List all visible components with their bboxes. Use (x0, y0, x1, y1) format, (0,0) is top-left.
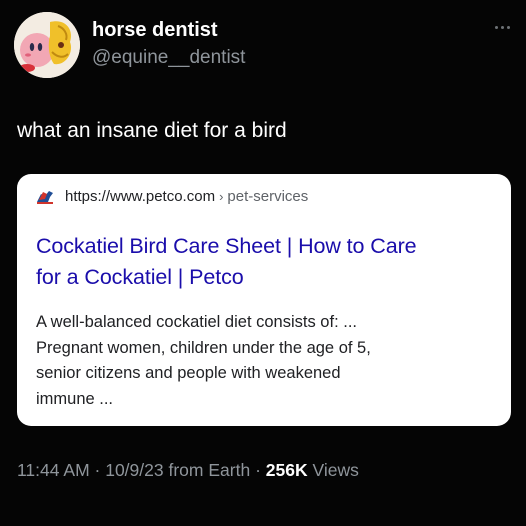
more-dot (507, 26, 510, 29)
tweet-meta: 11:44 AM · 10/9/23 from Earth · 256K Vie… (17, 460, 359, 481)
card-title[interactable]: Cockatiel Bird Care Sheet | How to Care … (36, 231, 506, 293)
views-count[interactable]: 256K (266, 460, 308, 480)
card-snippet: A well-balanced cockatiel diet consists … (36, 310, 506, 412)
snippet-line: A well-balanced cockatiel diet consists … (36, 313, 357, 331)
petco-dog-logo-icon (37, 191, 53, 204)
more-dot (501, 26, 504, 29)
snippet-line: senior citizens and people with weakened (36, 364, 341, 382)
url-separator: › (219, 188, 224, 204)
more-dot (495, 26, 498, 29)
card-url-path[interactable]: pet-services (227, 188, 308, 205)
more-options-icon[interactable] (495, 26, 510, 29)
views-label: Views (312, 460, 359, 480)
snippet-line: Pregnant women, children under the age o… (36, 338, 371, 357)
tweet-source: from Earth (168, 460, 251, 480)
author-handle[interactable]: @equine__dentist (92, 47, 245, 69)
card-title-line: for a Cockatiel | Petco (36, 265, 244, 289)
card-url[interactable]: https://www.petco.com (65, 188, 215, 205)
avatar[interactable] (14, 12, 80, 78)
card-source-row: https://www.petco.com › pet-services (36, 187, 308, 205)
meta-dot: · (255, 460, 261, 480)
author-display-name[interactable]: horse dentist (92, 19, 218, 42)
meta-dot: · (94, 460, 101, 480)
tweet-text: what an insane diet for a bird (17, 119, 287, 142)
card-title-line: Cockatiel Bird Care Sheet | How to Care (36, 234, 417, 258)
tweet-time[interactable]: 11:44 AM (17, 460, 90, 480)
snippet-line: immune ... (36, 389, 114, 408)
link-preview-card[interactable]: https://www.petco.com › pet-services Coc… (17, 174, 511, 426)
kirby-avatar-icon (14, 12, 80, 78)
tweet-date[interactable]: 10/9/23 (105, 460, 163, 480)
